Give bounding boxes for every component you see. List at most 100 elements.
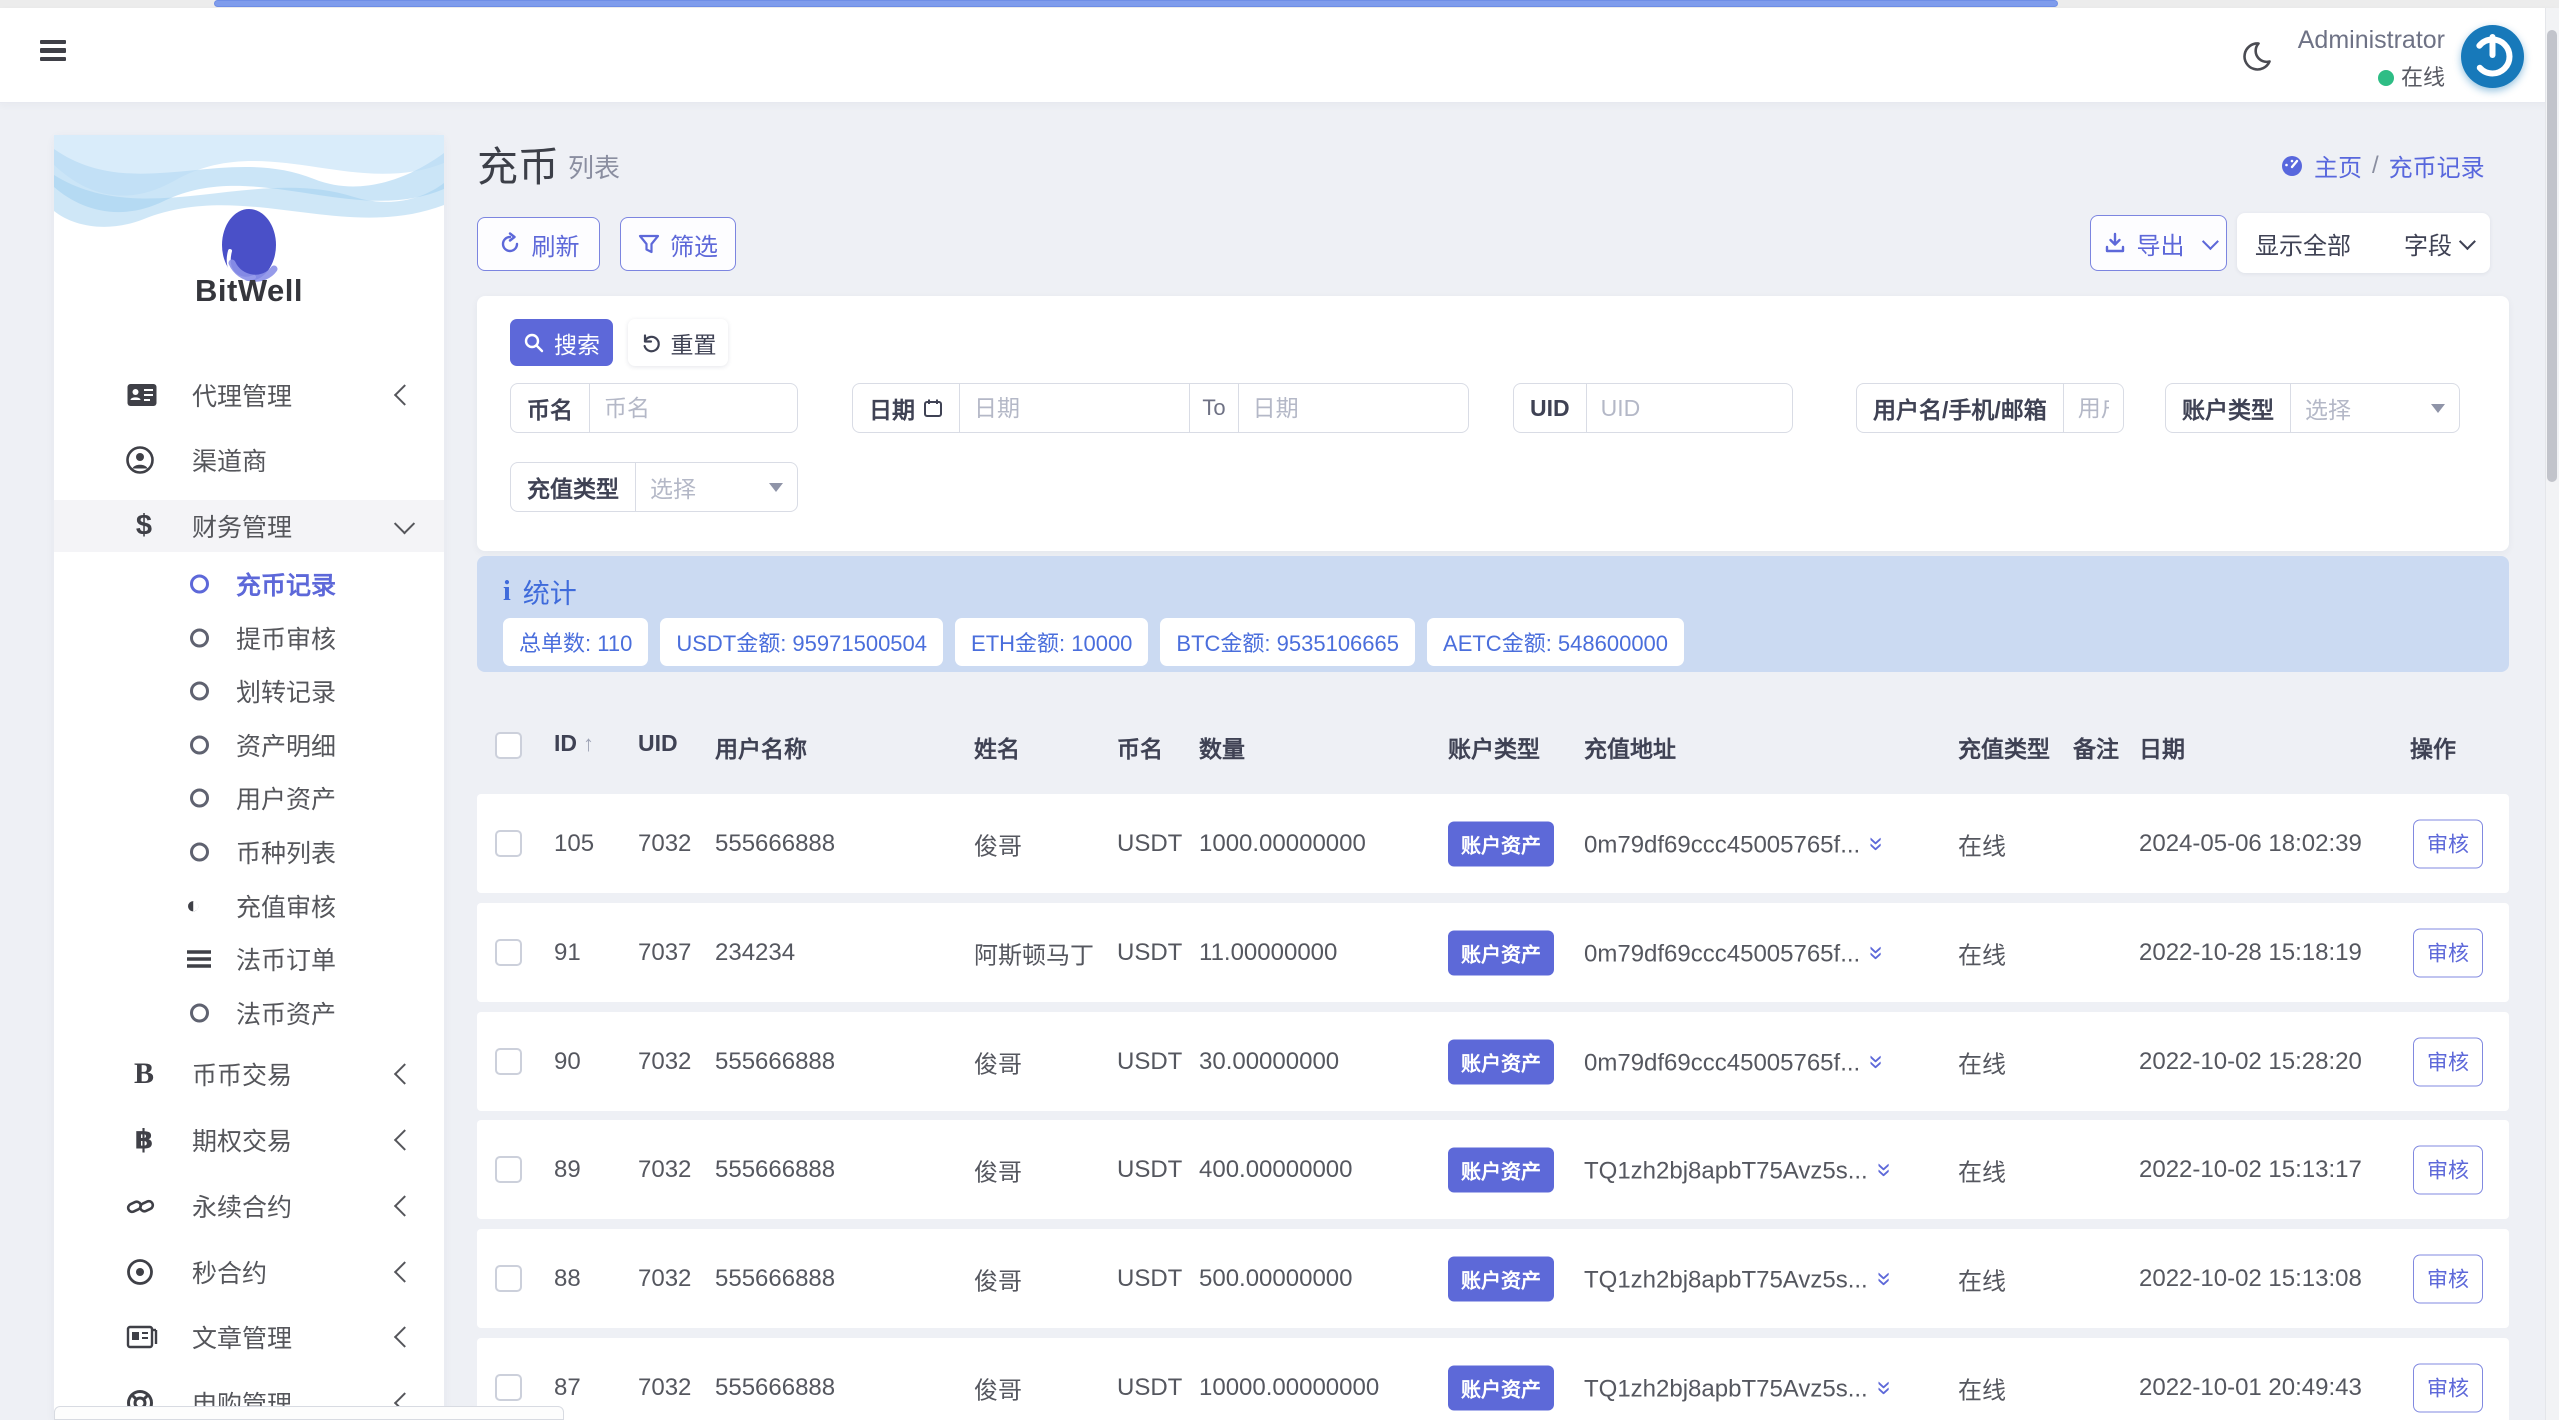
recharge-type-select[interactable]: 选择 [636,470,797,504]
sidebar-subitem-label: 充值审核 [236,888,336,924]
chevron-down-icon [2201,233,2218,250]
uid-input[interactable] [1587,395,1792,422]
column-header-备注[interactable]: 备注 [2073,730,2119,764]
refresh-icon [498,232,522,256]
sidebar-subitem-充值审核[interactable]: ◐ 充值审核 [54,881,444,931]
account-type-badge: 账户资产 [1448,1365,1554,1410]
expand-address-icon[interactable]: » [1869,1380,1900,1394]
row-checkbox[interactable] [495,1265,522,1292]
sidebar-item-4[interactable]: B币币交易 [54,1048,444,1100]
reset-button[interactable]: 重置 [628,319,728,366]
row-checkbox[interactable] [495,830,522,857]
audit-button[interactable]: 审核 [2413,1145,2483,1194]
cell-address: TQ1zh2bj8apbT75Avz5s...» [1584,1154,1892,1185]
expand-address-icon[interactable]: » [1862,1054,1893,1068]
sort-asc-icon[interactable]: ↑ [583,731,594,756]
column-header-用户名称[interactable]: 用户名称 [715,730,807,764]
user-name[interactable]: Administrator [2190,26,2445,55]
audit-button[interactable]: 审核 [2413,928,2483,977]
scrollbar-thumb[interactable] [2547,30,2557,482]
cell-id: 91 [554,939,581,967]
stats-panel: i统计 总单数: 110USDT金额: 95971500504ETH金额: 10… [477,556,2509,672]
fields-selector[interactable]: 显示全部 字段 [2237,213,2490,273]
breadcrumb-home[interactable]: 主页 [2314,148,2362,183]
cell-amount: 30.00000000 [1199,1048,1339,1076]
cell-amount: 10000.00000000 [1199,1374,1379,1402]
avatar[interactable] [2461,25,2524,88]
chevron-left-icon [394,1195,415,1216]
column-header-ID[interactable]: ID↑ [554,730,594,757]
chevron-left-icon [394,384,415,405]
export-button[interactable]: 导出 [2090,215,2227,271]
brand-name[interactable]: BitWell [54,273,444,309]
uid-filter: UID [1513,383,1793,433]
sidebar-subitem-资产明细[interactable]: 资产明细 [54,720,444,770]
sidebar-item-8[interactable]: 文章管理 [54,1311,444,1363]
audit-button[interactable]: 审核 [2413,1363,2483,1412]
breadcrumb-current[interactable]: 充币记录 [2389,148,2485,183]
sidebar-item-3[interactable]: $财务管理 [54,500,444,552]
column-header-账户类型[interactable]: 账户类型 [1448,730,1540,764]
sidebar-item-label: 永续合约 [192,1188,292,1224]
show-all-select[interactable]: 显示全部 [2255,226,2351,261]
expand-address-icon[interactable]: » [1869,1271,1900,1285]
expand-address-icon[interactable]: » [1869,1162,1900,1176]
column-header-日期[interactable]: 日期 [2139,730,2185,764]
date-from-input[interactable] [960,395,1189,422]
sidebar-item-label: 秒合约 [192,1254,267,1290]
cell-name: 俊哥 [974,1044,1022,1079]
column-header-币名[interactable]: 币名 [1117,730,1163,764]
half-circle-icon: ◐ [186,894,201,918]
audit-button[interactable]: 审核 [2413,1254,2483,1303]
sidebar-subitem-法币资产[interactable]: 法币资产 [54,988,444,1038]
info-icon: i [503,576,511,608]
filter-button[interactable]: 筛选 [620,217,736,271]
date-to-input[interactable] [1239,395,1468,422]
column-header-UID[interactable]: UID [638,730,678,757]
sidebar-subitem-法币订单[interactable]: 法币订单 [54,934,444,984]
select-all-checkbox[interactable] [495,732,522,759]
expand-address-icon[interactable]: » [1862,945,1893,959]
fields-dropdown[interactable]: 字段 [2404,226,2452,261]
audit-button[interactable]: 审核 [2413,1037,2483,1086]
column-header-操作[interactable]: 操作 [2410,730,2456,764]
sidebar-item-5[interactable]: ฿期权交易 [54,1114,444,1166]
coin-input[interactable] [590,395,797,422]
chevron-left-icon [394,1326,415,1347]
cell-recharge-type: 在线 [1958,1261,2006,1296]
menu-toggle-icon[interactable] [40,40,66,61]
account-type-badge: 账户资产 [1448,821,1554,866]
sidebar-subitem-充币记录[interactable]: 充币记录 [54,559,444,609]
sidebar-subitem-币种列表[interactable]: 币种列表 [54,827,444,877]
row-checkbox[interactable] [495,1048,522,1075]
column-header-姓名[interactable]: 姓名 [974,730,1020,764]
sidebar-item-label: 财务管理 [192,508,292,544]
sidebar-subitem-用户资产[interactable]: 用户资产 [54,773,444,823]
sidebar-item-7[interactable]: 秒合约 [54,1246,444,1298]
column-header-充值类型[interactable]: 充值类型 [1958,730,2050,764]
account-type-label: 账户类型 [2166,391,2290,425]
sidebar-subitem-划转记录[interactable]: 划转记录 [54,666,444,716]
cell-recharge-type: 在线 [1958,1044,2006,1079]
sidebar-item-2[interactable]: 渠道商 [54,434,444,486]
user-input[interactable] [2064,395,2123,422]
cell-coin: USDT [1117,1265,1182,1293]
letter-b-icon: B [126,1059,162,1089]
audit-button[interactable]: 审核 [2413,819,2483,868]
expand-address-icon[interactable]: » [1862,836,1893,850]
column-header-数量[interactable]: 数量 [1199,730,1245,764]
sidebar-item-6[interactable]: 永续合约 [54,1180,444,1232]
row-checkbox[interactable] [495,939,522,966]
refresh-button[interactable]: 刷新 [477,217,600,271]
search-button[interactable]: 搜索 [510,319,613,366]
cell-coin: USDT [1117,1374,1182,1402]
sidebar-subitem-提币审核[interactable]: 提币审核 [54,613,444,663]
row-checkbox[interactable] [495,1374,522,1401]
account-type-select[interactable]: 选择 [2291,391,2459,425]
table-row: 917037234234阿斯顿马丁USDT11.00000000账户资产0m79… [477,903,2509,1002]
cell-address: TQ1zh2bj8apbT75Avz5s...» [1584,1372,1892,1403]
sidebar-item-1[interactable]: 代理管理 [54,369,444,421]
column-header-充值地址[interactable]: 充值地址 [1584,730,1676,764]
row-checkbox[interactable] [495,1156,522,1183]
sidebar-item-label: 期权交易 [192,1122,292,1158]
